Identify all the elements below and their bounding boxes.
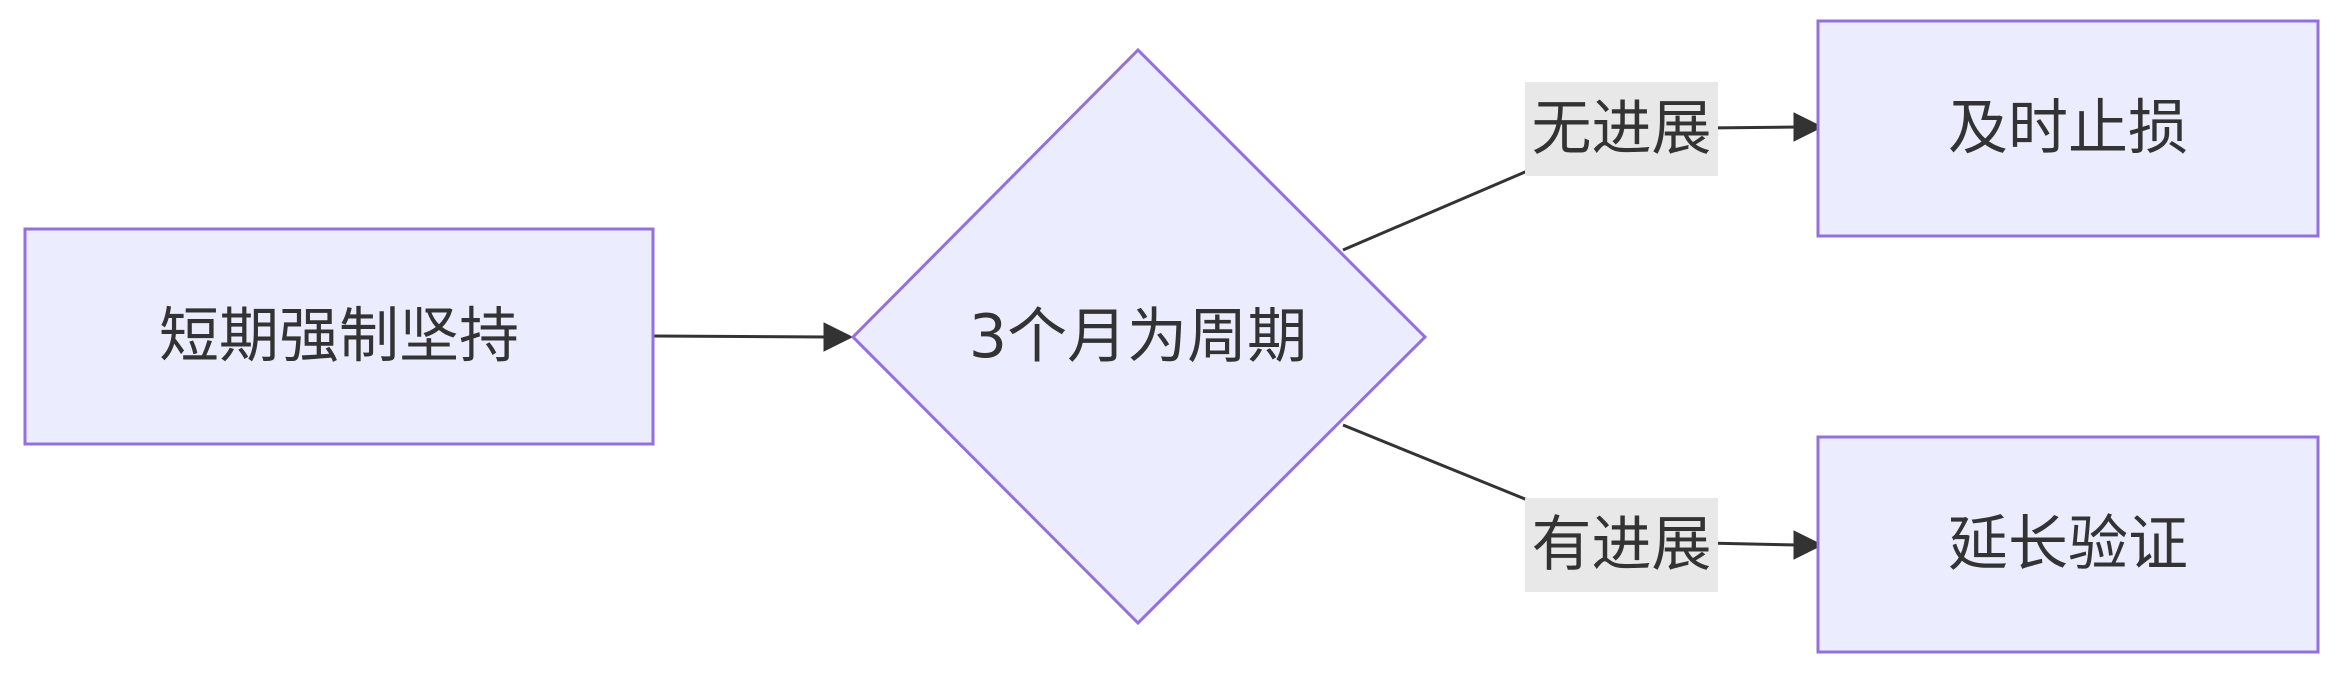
flowchart-diagram: 无进展 有进展 短期强制坚持 3个月为周期 及时止损 延长验证 [23, 19, 2320, 654]
node-label: 及时止损 [1948, 94, 2188, 164]
edge-label-text: 无进展 [1532, 94, 1712, 164]
node-extend: 延长验证 [1816, 435, 2320, 654]
node-label: 短期强制坚持 [159, 302, 519, 372]
arrow-head-icon [823, 322, 854, 352]
edge-label-text: 有进展 [1532, 510, 1712, 580]
edge-label-has-progress: 有进展 [1525, 498, 1718, 592]
edge-line [652, 334, 829, 339]
edge-label-no-progress: 无进展 [1525, 82, 1718, 176]
node-label: 3个月为周期 [969, 302, 1307, 372]
node-decision: 3个月为周期 [850, 47, 1428, 626]
node-label: 延长验证 [1948, 510, 2188, 580]
node-stop: 及时止损 [1816, 19, 2320, 238]
edge-start-to-decision [652, 322, 854, 352]
node-start: 短期强制坚持 [23, 227, 655, 446]
